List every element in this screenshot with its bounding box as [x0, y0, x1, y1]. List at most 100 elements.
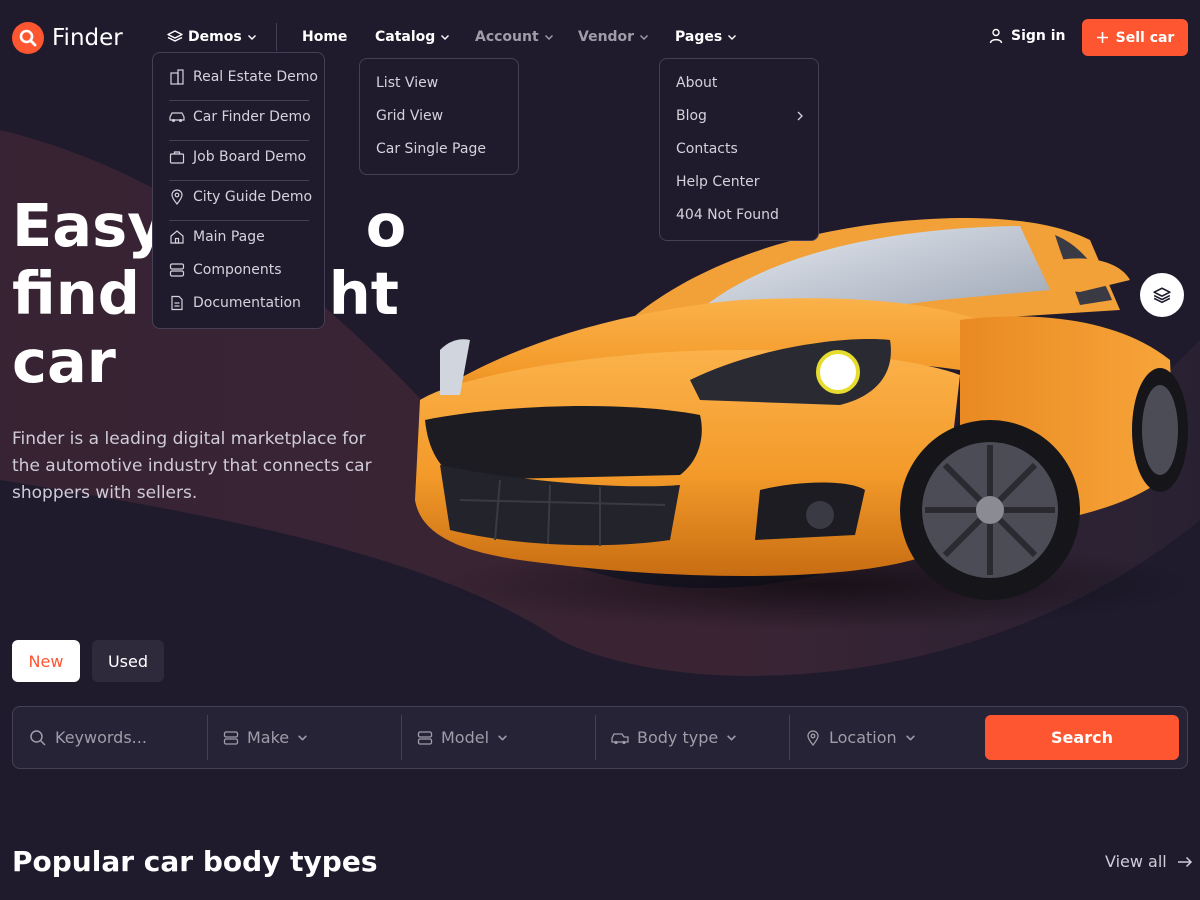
make-select[interactable]: Make	[223, 707, 399, 768]
demos-item-real-estate[interactable]: Real Estate Demo	[169, 69, 318, 85]
search-icon	[30, 729, 46, 746]
dropdown-divider	[169, 140, 309, 141]
demos-item-car-finder[interactable]: Car Finder Demo	[169, 109, 311, 125]
make-label: Make	[247, 728, 290, 747]
rear-wheel	[1132, 368, 1188, 492]
search-divider	[595, 715, 596, 760]
nav-home[interactable]: Home	[302, 27, 347, 47]
demos-item-label: City Guide Demo	[193, 189, 313, 205]
nav-home-label: Home	[302, 29, 348, 45]
demos-item-label: Real Estate Demo	[193, 69, 318, 85]
nav-vendor-label: Vendor	[578, 29, 635, 45]
car-icon	[611, 732, 629, 744]
dropdown-divider	[169, 180, 309, 181]
hero-title-word: Easy	[12, 191, 166, 260]
demos-item-label: Car Finder Demo	[193, 109, 311, 125]
components-icon	[169, 263, 185, 277]
demos-dropdown: Real Estate Demo Car Finder Demo Job Boa…	[152, 52, 325, 329]
nav-account-label: Account	[475, 29, 539, 45]
model-select[interactable]: Model	[417, 707, 593, 768]
pages-item-404[interactable]: 404 Not Found	[676, 207, 779, 223]
demos-item-documentation[interactable]: Documentation	[169, 295, 301, 311]
components-icon	[417, 730, 433, 745]
sell-car-label: Sell car	[1115, 29, 1175, 46]
chevron-right-icon	[797, 111, 803, 121]
pages-item-blog-label: Blog	[676, 108, 707, 124]
nav-divider	[276, 23, 277, 51]
demos-item-main-page[interactable]: Main Page	[169, 229, 265, 245]
keywords-field[interactable]: Keywords...	[29, 707, 205, 768]
demos-item-job-board[interactable]: Job Board Demo	[169, 149, 306, 165]
brand-name: Finder	[52, 25, 123, 51]
demos-item-label: Main Page	[193, 229, 265, 245]
nav-pages-label: Pages	[675, 29, 723, 45]
section-title: Popular car body types	[12, 845, 378, 878]
catalog-dropdown: List View Grid View Car Single Page	[359, 58, 519, 175]
pages-item-contacts[interactable]: Contacts	[676, 141, 738, 157]
dropdown-divider	[169, 220, 309, 221]
catalog-item-grid-view[interactable]: Grid View	[376, 108, 443, 124]
search-button[interactable]: Search	[985, 715, 1179, 760]
chevron-down-icon	[298, 735, 308, 741]
chevron-down-icon	[728, 35, 737, 40]
chevron-down-icon	[905, 735, 915, 741]
demos-item-label: Job Board Demo	[193, 149, 307, 165]
logo[interactable]: Finder	[12, 22, 123, 54]
chevron-down-icon	[640, 35, 649, 40]
search-bar: Keywords... Make Model Body type Locatio…	[12, 706, 1188, 769]
layers-icon	[1153, 287, 1171, 304]
chevron-down-icon	[441, 35, 450, 40]
chevron-down-icon	[247, 35, 256, 40]
demos-item-label: Documentation	[193, 295, 301, 311]
pages-dropdown: About Blog Contacts Help Center 404 Not …	[659, 58, 819, 241]
catalog-item-list-view[interactable]: List View	[376, 75, 438, 91]
tab-used[interactable]: Used	[92, 640, 164, 682]
document-icon	[171, 295, 183, 311]
hero-car-image	[415, 218, 1190, 630]
map-pin-icon	[171, 189, 183, 205]
catalog-item-car-single[interactable]: Car Single Page	[376, 141, 486, 157]
chevron-down-icon	[498, 735, 507, 741]
hero-title-word: ht	[328, 259, 399, 328]
arrow-right-icon	[1177, 856, 1192, 867]
sell-car-button[interactable]: Sell car	[1082, 19, 1188, 56]
building-icon	[170, 69, 184, 85]
map-pin-icon	[807, 729, 819, 746]
user-icon	[989, 28, 1003, 44]
components-icon	[223, 730, 239, 745]
briefcase-icon	[169, 151, 185, 164]
search-divider	[789, 715, 790, 760]
location-label: Location	[829, 728, 897, 747]
nav-vendor[interactable]: Vendor	[578, 27, 649, 47]
nav-demos-label: Demos	[188, 29, 242, 45]
home-icon	[170, 230, 184, 244]
plus-icon	[1096, 32, 1108, 43]
pages-item-about[interactable]: About	[676, 75, 717, 91]
search-divider	[401, 715, 402, 760]
theme-layers-button[interactable]	[1140, 273, 1184, 317]
front-wheel	[900, 420, 1080, 600]
search-logo-icon	[12, 22, 44, 54]
chevron-down-icon	[544, 35, 553, 40]
nav-account[interactable]: Account	[475, 27, 554, 47]
body-type-label: Body type	[637, 728, 719, 747]
location-select[interactable]: Location	[805, 707, 981, 768]
nav-catalog-label: Catalog	[375, 29, 436, 45]
keywords-placeholder: Keywords...	[55, 728, 147, 747]
search-divider	[207, 715, 208, 760]
demos-item-label: Components	[193, 262, 282, 278]
body-type-select[interactable]: Body type	[611, 707, 787, 768]
pages-item-help-center[interactable]: Help Center	[676, 174, 760, 190]
hero-title-word: o	[365, 191, 407, 260]
demos-item-components[interactable]: Components	[169, 262, 282, 278]
view-all-label: View all	[1105, 852, 1167, 871]
nav-pages[interactable]: Pages	[675, 27, 737, 47]
demos-item-city-guide[interactable]: City Guide Demo	[169, 189, 312, 205]
pages-item-blog[interactable]: Blog	[676, 108, 804, 124]
sign-in-label: Sign in	[1011, 28, 1066, 44]
view-all-link[interactable]: View all	[1105, 852, 1193, 871]
nav-catalog[interactable]: Catalog	[375, 27, 450, 47]
sign-in-link[interactable]: Sign in	[989, 28, 1066, 44]
nav-demos[interactable]: Demos	[167, 27, 257, 47]
tab-new[interactable]: New	[12, 640, 80, 682]
